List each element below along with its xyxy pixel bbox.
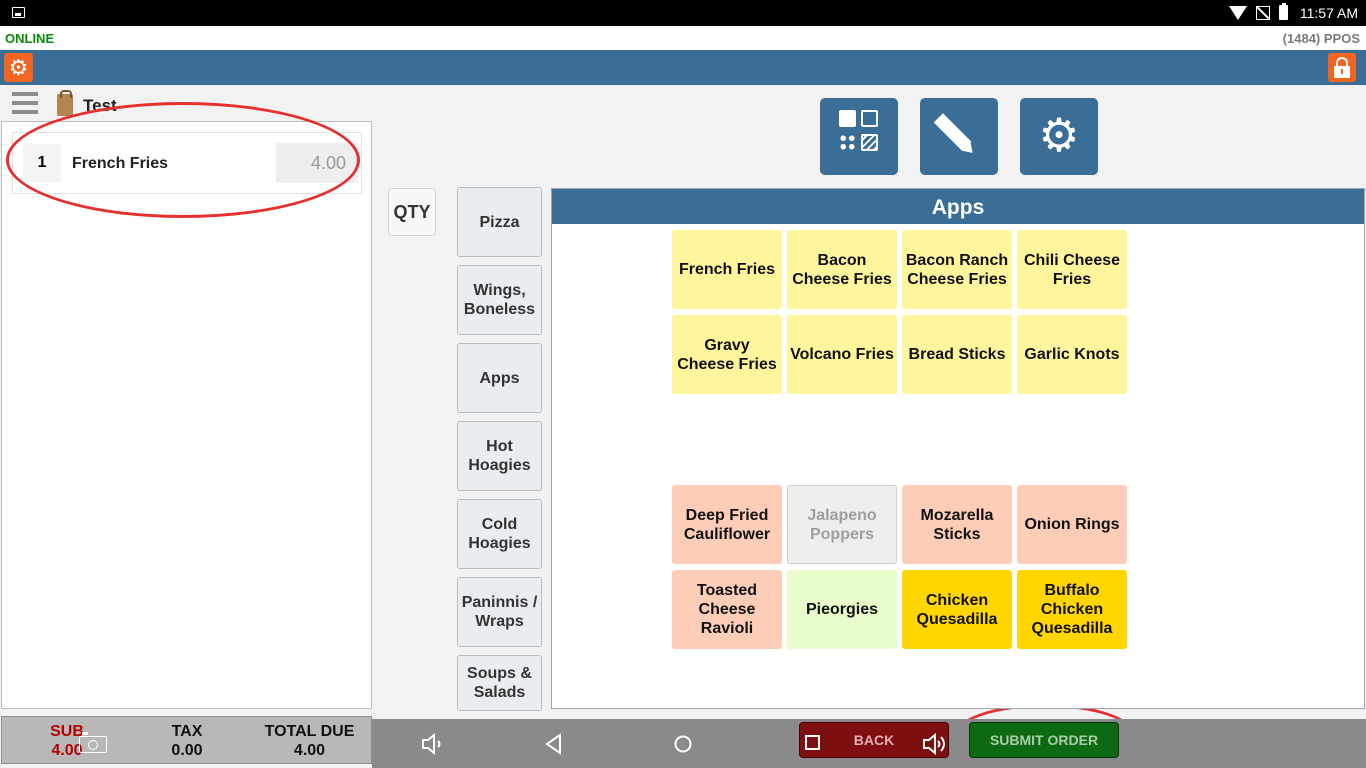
menu-item[interactable]: Onion Rings [1017, 485, 1127, 564]
gear-icon: ⚙ [1038, 109, 1080, 161]
tax: TAX 0.00 [171, 723, 203, 759]
connection-bar: ONLINE (1484) PPOS [0, 26, 1366, 50]
order-line-qty[interactable]: 1 [23, 144, 61, 182]
category-soups-salads[interactable]: Soups & Salads [457, 655, 542, 711]
bag-icon [57, 90, 73, 116]
totals-bar: SUB 4.00 TAX 0.00 TOTAL DUE 4.00 [1, 716, 372, 764]
order-line-name: French Fries [72, 155, 169, 172]
settings-button[interactable]: ⚙ [1020, 98, 1098, 175]
no-signal-icon [1256, 5, 1270, 20]
clock: 11:57 AM [1299, 5, 1358, 21]
category-cold-hoagies[interactable]: Cold Hoagies [457, 499, 542, 569]
menu-item[interactable]: Mozarella Sticks [902, 485, 1012, 564]
menu-item[interactable]: Chili Cheese Fries [1017, 230, 1127, 309]
qty-button[interactable]: QTY [388, 188, 436, 236]
category-apps[interactable]: Apps [457, 343, 542, 413]
volume-down-icon[interactable] [421, 733, 445, 755]
connection-status: ONLINE [5, 31, 55, 46]
menu-panel: Apps French Fries Bacon Cheese Fries Bac… [551, 188, 1365, 709]
menu-item[interactable]: Buffalo Chicken Quesadilla [1017, 570, 1127, 649]
nav-back-icon[interactable] [544, 733, 564, 755]
wifi-icon [1229, 6, 1247, 20]
menu-item[interactable]: Pieorgies [787, 570, 897, 649]
submit-order-button[interactable]: SUBMIT ORDER [969, 722, 1119, 758]
device-id: (1484) PPOS [1282, 31, 1360, 46]
category-paninnis-wraps[interactable]: Paninnis / Wraps [457, 577, 542, 647]
menu-item[interactable]: French Fries [672, 230, 782, 309]
category-hot-hoagies[interactable]: Hot Hoagies [457, 421, 542, 491]
nav-home-icon[interactable] [673, 734, 693, 754]
category-wings-boneless[interactable]: Wings, Boneless [457, 265, 542, 335]
order-panel: 1 French Fries 4.00 [1, 121, 372, 709]
camera-icon[interactable] [79, 732, 107, 753]
status-bar: 11:57 AM [0, 0, 1366, 26]
hamburger-menu-icon[interactable] [12, 92, 38, 114]
menu-item[interactable]: Volcano Fries [787, 315, 897, 394]
bottom-nav-bar: BACK SUBMIT ORDER [372, 719, 1366, 768]
menu-item[interactable]: Bread Sticks [902, 315, 1012, 394]
menu-item[interactable]: Gravy Cheese Fries [672, 315, 782, 394]
menu-item-disabled: Jalapeno Poppers [787, 485, 897, 564]
settings-gear-button[interactable]: ⚙ [4, 53, 33, 82]
top-toolbar: ⚙ [0, 50, 1366, 85]
edit-button[interactable] [920, 98, 998, 175]
lock-button[interactable] [1328, 53, 1356, 82]
menu-title: Apps [552, 189, 1364, 224]
menu-item[interactable]: Bacon Ranch Cheese Fries [902, 230, 1012, 309]
total-due: TOTAL DUE 4.00 [264, 723, 355, 759]
menu-item[interactable]: Chicken Quesadilla [902, 570, 1012, 649]
category-pizza[interactable]: Pizza [457, 187, 542, 257]
order-line[interactable]: 1 French Fries 4.00 [12, 132, 362, 194]
menu-item[interactable]: Garlic Knots [1017, 315, 1127, 394]
menu-item[interactable]: Bacon Cheese Fries [787, 230, 897, 309]
menu-item[interactable]: Toasted Cheese Ravioli [672, 570, 782, 649]
picture-notification-icon [12, 7, 25, 18]
volume-up-icon[interactable] [922, 733, 948, 755]
order-title: Test [83, 96, 117, 115]
nav-recents-icon[interactable] [804, 734, 822, 752]
menu-item[interactable]: Deep Fried Cauliflower [672, 485, 782, 564]
battery-icon [1279, 3, 1288, 20]
keypad-button[interactable] [820, 98, 898, 175]
pencil-icon [933, 113, 972, 151]
order-line-price[interactable]: 4.00 [276, 143, 358, 183]
